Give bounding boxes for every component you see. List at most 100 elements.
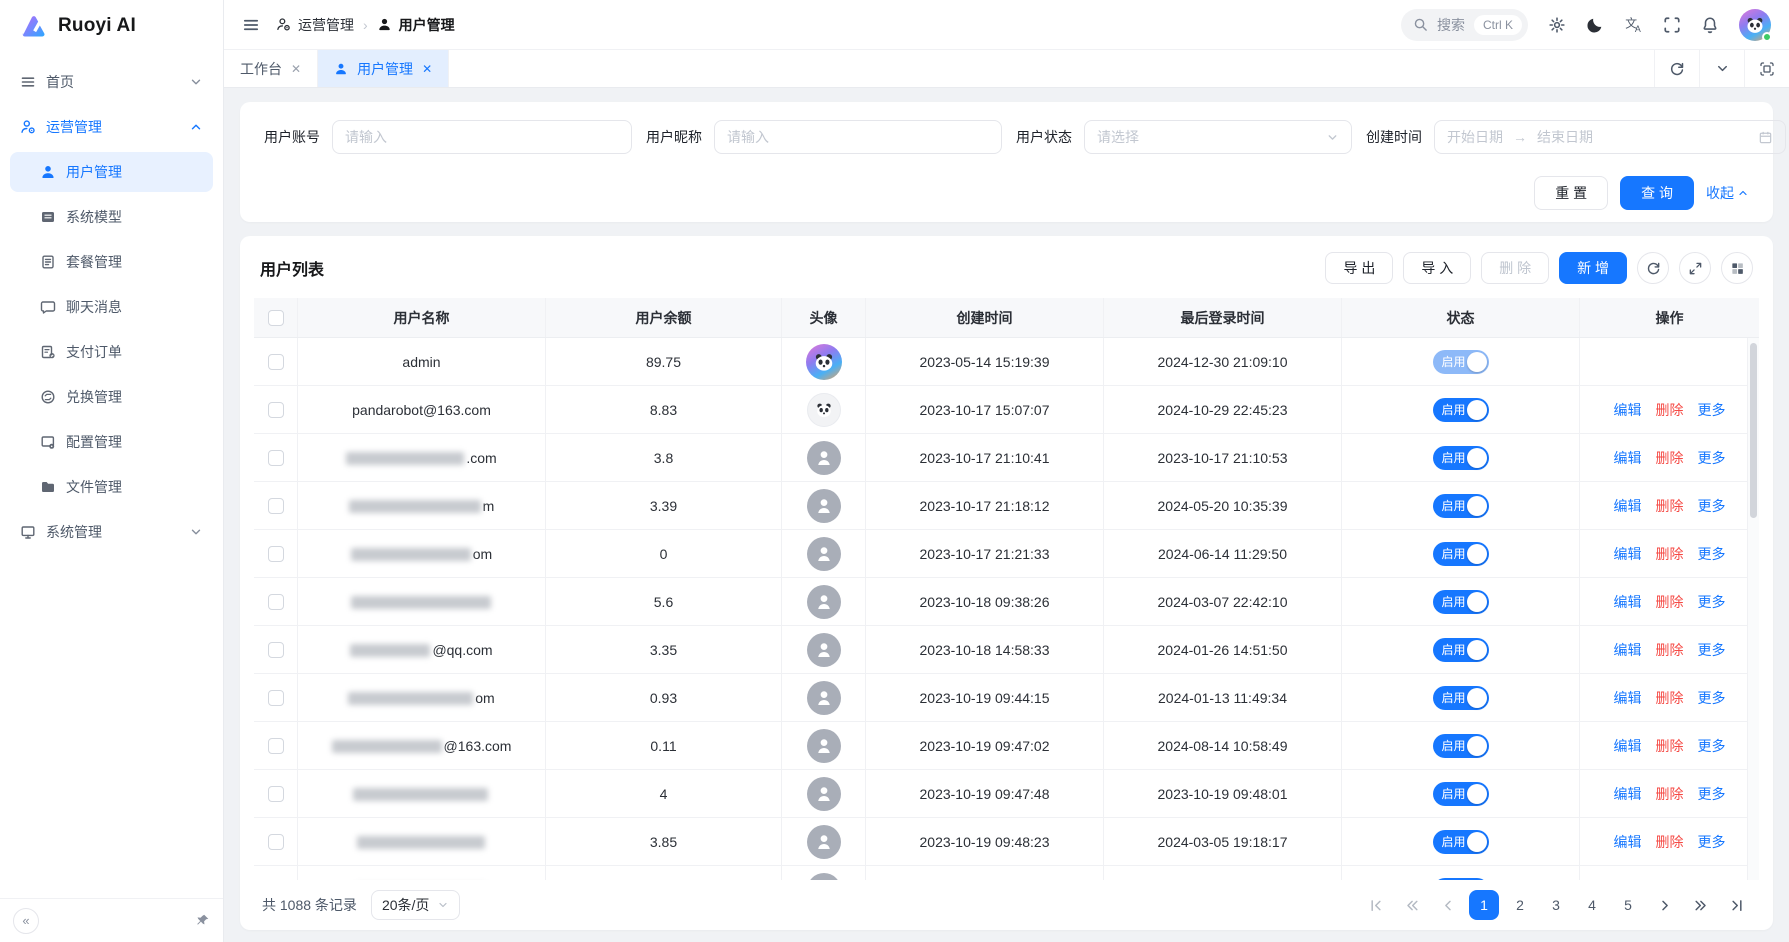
tab-user-management[interactable]: 用户管理 ✕ bbox=[318, 50, 449, 87]
status-toggle[interactable]: 启用 bbox=[1433, 686, 1489, 710]
app-logo[interactable]: Ruoyi AI bbox=[0, 0, 223, 52]
sidebar-item-operations[interactable]: 运营管理 bbox=[10, 107, 213, 147]
sidebar-item-home[interactable]: 首页 bbox=[10, 62, 213, 102]
account-input[interactable] bbox=[332, 120, 632, 154]
edit-link[interactable]: 编辑 bbox=[1614, 496, 1642, 516]
refresh-table-button[interactable] bbox=[1637, 252, 1669, 284]
sidebar-item-user-management[interactable]: 用户管理 bbox=[10, 152, 213, 192]
column-settings-button[interactable] bbox=[1721, 252, 1753, 284]
delete-link[interactable]: 删除 bbox=[1656, 544, 1684, 564]
status-toggle[interactable]: 启用 bbox=[1433, 590, 1489, 614]
delete-link[interactable]: 删除 bbox=[1656, 880, 1684, 881]
pagination-jump-back-button[interactable] bbox=[1397, 890, 1427, 920]
notifications-bell-icon[interactable] bbox=[1701, 16, 1719, 34]
more-link[interactable]: 更多 bbox=[1698, 592, 1726, 612]
status-toggle[interactable]: 启用 bbox=[1433, 734, 1489, 758]
tab-maximize-button[interactable] bbox=[1744, 50, 1789, 87]
pagination-last-button[interactable] bbox=[1721, 890, 1751, 920]
more-link[interactable]: 更多 bbox=[1698, 448, 1726, 468]
settings-gear-icon[interactable] bbox=[1548, 16, 1566, 34]
pagination-page-1[interactable]: 1 bbox=[1469, 890, 1499, 920]
more-link[interactable]: 更多 bbox=[1698, 688, 1726, 708]
scrollbar-thumb[interactable] bbox=[1750, 343, 1757, 518]
more-link[interactable]: 更多 bbox=[1698, 880, 1726, 881]
more-link[interactable]: 更多 bbox=[1698, 736, 1726, 756]
sidebar-item-redeem-management[interactable]: 兑换管理 bbox=[10, 377, 213, 417]
add-button[interactable]: 新 增 bbox=[1559, 252, 1627, 284]
edit-link[interactable]: 编辑 bbox=[1614, 832, 1642, 852]
hamburger-menu-icon[interactable] bbox=[242, 16, 260, 34]
status-toggle[interactable]: 启用 bbox=[1433, 398, 1489, 422]
status-toggle[interactable]: 启用 bbox=[1433, 638, 1489, 662]
row-checkbox[interactable] bbox=[268, 354, 284, 370]
delete-link[interactable]: 删除 bbox=[1656, 448, 1684, 468]
status-toggle[interactable]: 启用 bbox=[1433, 494, 1489, 518]
row-checkbox[interactable] bbox=[268, 498, 284, 514]
collapse-filters-link[interactable]: 收起 bbox=[1706, 183, 1749, 203]
breadcrumb-operations[interactable]: 运营管理 bbox=[276, 15, 354, 35]
import-button[interactable]: 导 入 bbox=[1403, 252, 1471, 284]
row-checkbox[interactable] bbox=[268, 450, 284, 466]
delete-link[interactable]: 删除 bbox=[1656, 832, 1684, 852]
delete-link[interactable]: 删除 bbox=[1656, 400, 1684, 420]
sidebar-item-system-model[interactable]: 系统模型 bbox=[10, 197, 213, 237]
edit-link[interactable]: 编辑 bbox=[1614, 736, 1642, 756]
row-checkbox[interactable] bbox=[268, 594, 284, 610]
tab-menu-button[interactable] bbox=[1699, 50, 1744, 87]
export-button[interactable]: 导 出 bbox=[1325, 252, 1393, 284]
more-link[interactable]: 更多 bbox=[1698, 400, 1726, 420]
row-checkbox[interactable] bbox=[268, 834, 284, 850]
status-select[interactable]: 请选择 bbox=[1084, 120, 1352, 154]
select-all-checkbox[interactable] bbox=[268, 310, 284, 326]
sidebar-item-config-management[interactable]: 配置管理 bbox=[10, 422, 213, 462]
tab-workbench[interactable]: 工作台 ✕ bbox=[224, 50, 318, 87]
sidebar-collapse-button[interactable]: « bbox=[13, 908, 39, 934]
delete-link[interactable]: 删除 bbox=[1656, 496, 1684, 516]
delete-link[interactable]: 删除 bbox=[1656, 688, 1684, 708]
status-toggle[interactable]: 启用 bbox=[1433, 350, 1489, 374]
page-size-select[interactable]: 20条/页 bbox=[371, 890, 460, 920]
row-checkbox[interactable] bbox=[268, 786, 284, 802]
search-button[interactable]: 查 询 bbox=[1620, 176, 1694, 210]
dark-mode-moon-icon[interactable] bbox=[1586, 16, 1604, 34]
pagination-page-5[interactable]: 5 bbox=[1613, 890, 1643, 920]
row-checkbox[interactable] bbox=[268, 642, 284, 658]
row-checkbox[interactable] bbox=[268, 546, 284, 562]
fullscreen-icon[interactable] bbox=[1663, 16, 1681, 34]
sidebar-item-package-management[interactable]: 套餐管理 bbox=[10, 242, 213, 282]
sidebar-item-system-management[interactable]: 系统管理 bbox=[10, 512, 213, 552]
fullscreen-table-button[interactable] bbox=[1679, 252, 1711, 284]
nickname-input[interactable] bbox=[714, 120, 1002, 154]
sidebar-item-file-management[interactable]: 文件管理 bbox=[10, 467, 213, 507]
status-toggle[interactable]: 启用 bbox=[1433, 542, 1489, 566]
pagination-page-3[interactable]: 3 bbox=[1541, 890, 1571, 920]
translate-icon[interactable]: 文A bbox=[1624, 15, 1643, 34]
more-link[interactable]: 更多 bbox=[1698, 496, 1726, 516]
status-toggle[interactable]: 启用 bbox=[1433, 878, 1489, 881]
close-icon[interactable]: ✕ bbox=[422, 62, 432, 76]
breadcrumb-user-management[interactable]: 用户管理 bbox=[377, 15, 455, 35]
user-avatar[interactable] bbox=[1739, 9, 1771, 41]
edit-link[interactable]: 编辑 bbox=[1614, 640, 1642, 660]
delete-link[interactable]: 删除 bbox=[1656, 592, 1684, 612]
edit-link[interactable]: 编辑 bbox=[1614, 784, 1642, 804]
status-toggle[interactable]: 启用 bbox=[1433, 782, 1489, 806]
vertical-scrollbar[interactable] bbox=[1747, 338, 1759, 880]
more-link[interactable]: 更多 bbox=[1698, 544, 1726, 564]
date-range-picker[interactable]: 开始日期 → 结束日期 bbox=[1434, 120, 1786, 154]
edit-link[interactable]: 编辑 bbox=[1614, 544, 1642, 564]
delete-link[interactable]: 删除 bbox=[1656, 736, 1684, 756]
edit-link[interactable]: 编辑 bbox=[1614, 592, 1642, 612]
edit-link[interactable]: 编辑 bbox=[1614, 880, 1642, 881]
sidebar-item-chat-messages[interactable]: 聊天消息 bbox=[10, 287, 213, 327]
status-toggle[interactable]: 启用 bbox=[1433, 830, 1489, 854]
edit-link[interactable]: 编辑 bbox=[1614, 400, 1642, 420]
pagination-prev-button[interactable] bbox=[1433, 890, 1463, 920]
delete-button[interactable]: 删 除 bbox=[1481, 252, 1549, 284]
status-toggle[interactable]: 启用 bbox=[1433, 446, 1489, 470]
pagination-first-button[interactable] bbox=[1361, 890, 1391, 920]
row-checkbox[interactable] bbox=[268, 738, 284, 754]
more-link[interactable]: 更多 bbox=[1698, 784, 1726, 804]
pagination-page-4[interactable]: 4 bbox=[1577, 890, 1607, 920]
more-link[interactable]: 更多 bbox=[1698, 640, 1726, 660]
